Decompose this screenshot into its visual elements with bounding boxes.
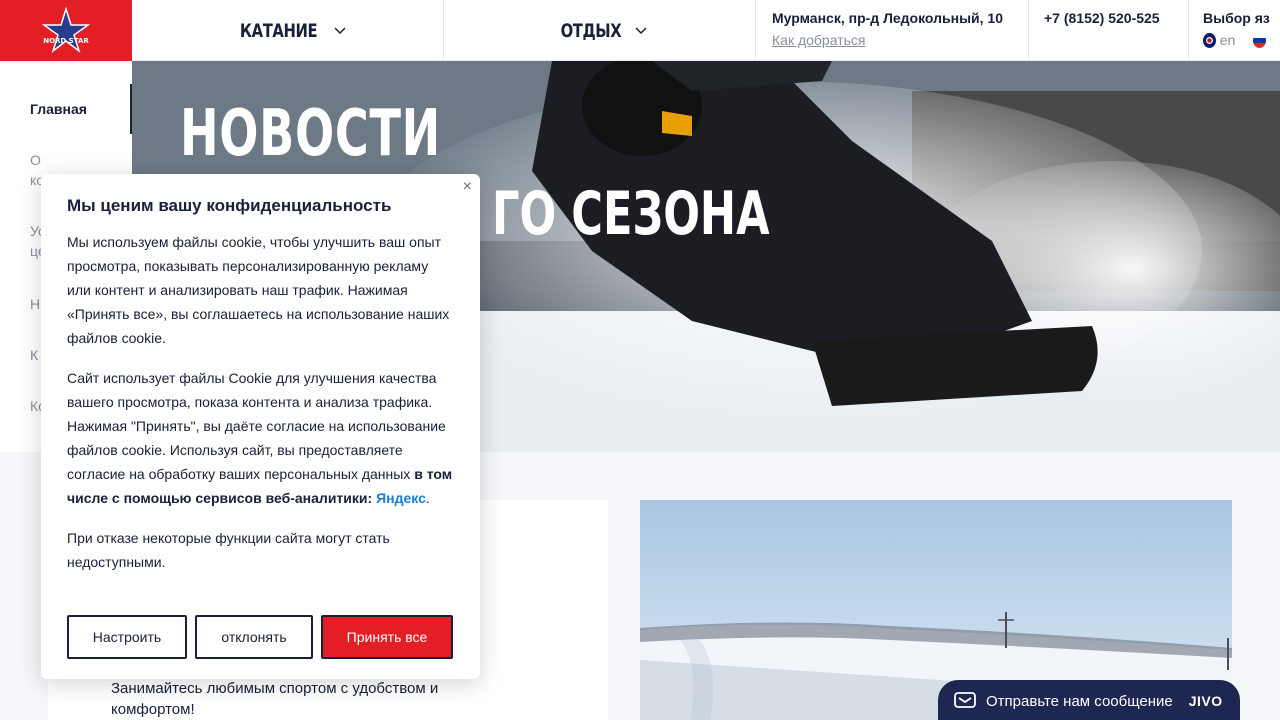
hero-subtitle: ГО СЕЗОНА [492,179,770,249]
close-icon[interactable]: × [463,178,472,196]
address-text: Мурманск, пр-д Ледокольный, 10 [772,10,1004,26]
nav-skiing-label: КАТАНИЕ [239,19,318,42]
jivo-chat-widget[interactable]: Отправьте нам сообщение JIVO [938,680,1240,720]
jivo-message-label: Отправьте нам сообщение [986,692,1173,710]
cookie-paragraph-2: Сайт использует файлы Cookie для улучшен… [67,370,453,506]
sidebar-item-news[interactable]: Н [30,294,40,314]
card-description: Занимайтесь любимым спортом с удобством … [111,680,439,718]
ru-flag-icon[interactable] [1253,32,1266,48]
nav-leisure-label: ОТДЫХ [560,19,621,42]
cookie-buttons: Настроить отклонять Принять все [67,615,453,659]
language-en[interactable]: en [1220,32,1236,48]
nav-leisure[interactable]: ОТДЫХ [444,0,756,61]
site-header: NORD STAR КАТАНИЕ ОТДЫХ Мурманск, пр-д Л… [0,0,1280,61]
cookie-reject-button[interactable]: отклонять [195,615,313,659]
chevron-down-icon [635,26,647,34]
uk-flag-icon[interactable] [1203,32,1216,48]
cookie-paragraph-1: Мы используем файлы cookie, чтобы улучши… [67,234,450,346]
svg-text:NORD STAR: NORD STAR [43,37,89,45]
jivo-logo: JIVO [1188,693,1223,709]
chat-icon [954,692,976,708]
language-selector[interactable]: Выбор яз en [1189,0,1280,60]
language-title: Выбор яз [1203,10,1270,26]
cookie-paragraph-3: При отказе некоторые функции сайта могут… [67,530,390,570]
phone-number[interactable]: +7 (8152) 520-525 [1029,0,1189,60]
cookie-accept-all-button[interactable]: Принять все [321,615,453,659]
address-block: Мурманск, пр-д Ледокольный, 10 Как добра… [756,0,1029,60]
sidebar-item-home[interactable]: Главная [30,99,87,119]
cookie-title: Мы ценим вашу конфиденциальность [67,196,392,215]
hero-title: НОВОСТИ [180,97,441,171]
cookie-consent-dialog: × Мы ценим вашу конфиденциальность Мы ис… [41,174,480,679]
cookie-settings-button[interactable]: Настроить [67,615,187,659]
chevron-down-icon [334,26,346,34]
directions-link[interactable]: Как добраться [772,32,865,48]
logo-star-icon: NORD STAR [42,6,90,53]
yandex-link[interactable]: Яндекс [376,490,426,506]
sidebar-item-k[interactable]: К [30,345,38,365]
nordstar-logo[interactable]: NORD STAR [0,0,132,61]
nav-skiing[interactable]: КАТАНИЕ [132,0,444,61]
